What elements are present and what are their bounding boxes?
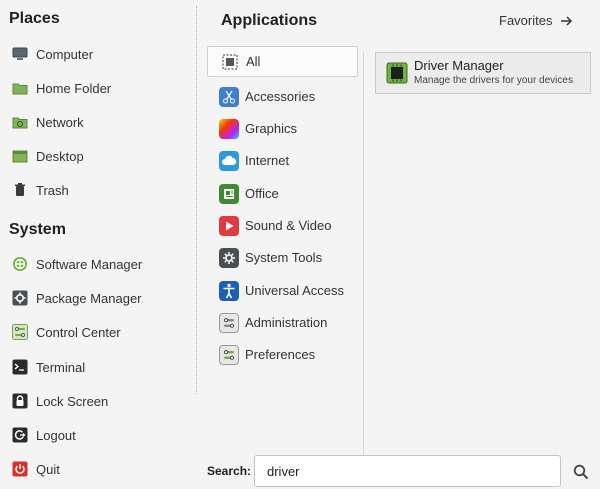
category-label: Accessories <box>245 89 316 104</box>
column-divider <box>363 52 364 454</box>
terminal-icon <box>12 359 28 375</box>
favorites-button[interactable]: Favorites <box>499 13 573 28</box>
category-all[interactable]: All <box>207 46 358 77</box>
control-center-icon <box>12 324 28 340</box>
computer-icon <box>12 46 28 62</box>
desktop-folder-icon <box>12 148 28 164</box>
system-title: System <box>9 221 66 238</box>
search-icon[interactable] <box>572 463 590 481</box>
system-label: Software Manager <box>36 256 143 272</box>
category-graphics[interactable]: Graphics <box>207 113 358 144</box>
system-label: Quit <box>36 461 60 477</box>
preferences-icon <box>219 344 239 365</box>
category-label: Preferences <box>245 347 316 362</box>
place-label: Computer <box>36 46 94 62</box>
system-item-terminal[interactable]: Terminal <box>12 354 190 380</box>
driver-chip-icon <box>386 62 408 84</box>
system-label: Lock Screen <box>36 393 109 409</box>
system-tools-icon <box>219 247 239 268</box>
category-label: Administration <box>245 315 328 330</box>
place-item-home-folder[interactable]: Home Folder <box>12 75 190 101</box>
network-folder-icon <box>12 114 28 130</box>
category-preferences[interactable]: Preferences <box>207 339 358 370</box>
graphics-icon <box>219 118 239 139</box>
search-input[interactable] <box>254 455 561 487</box>
category-sound-video[interactable]: Sound & Video <box>207 210 358 241</box>
lock-icon <box>12 393 28 409</box>
search-label: Search: <box>207 464 252 478</box>
folder-icon <box>12 80 28 96</box>
place-item-computer[interactable]: Computer <box>12 41 190 67</box>
category-label: Internet <box>245 153 290 168</box>
category-label: All <box>246 54 261 69</box>
category-universal-access[interactable]: Universal Access <box>207 275 358 306</box>
app-description: Manage the drivers for your devices <box>414 75 573 86</box>
category-administration[interactable]: Administration <box>207 307 358 338</box>
category-system-tools[interactable]: System Tools <box>207 242 358 273</box>
system-label: Control Center <box>36 324 121 340</box>
place-label: Network <box>36 114 84 130</box>
category-accessories[interactable]: Accessories <box>207 81 358 112</box>
logout-icon <box>12 427 28 443</box>
system-item-quit[interactable]: Quit <box>12 456 190 482</box>
category-label: Universal Access <box>245 283 344 298</box>
app-result-driver-manager[interactable]: Driver Manager Manage the drivers for yo… <box>375 52 591 94</box>
power-icon <box>12 461 28 477</box>
place-item-trash[interactable]: Trash <box>12 177 190 203</box>
system-label: Package Manager <box>36 290 142 306</box>
place-label: Trash <box>36 182 69 198</box>
all-grid-icon <box>220 52 240 72</box>
system-item-lock-screen[interactable]: Lock Screen <box>12 388 190 414</box>
office-icon <box>219 183 239 204</box>
category-label: Office <box>245 186 279 201</box>
applications-title: Applications <box>221 12 318 29</box>
trash-icon <box>12 182 28 198</box>
category-label: Sound & Video <box>245 218 332 233</box>
system-label: Terminal <box>36 359 86 375</box>
accessories-icon <box>219 86 239 107</box>
left-panel: Places Computer Home Folder Network Desk… <box>0 0 196 489</box>
app-name: Driver Manager <box>414 58 504 73</box>
system-item-control-center[interactable]: Control Center <box>12 319 190 345</box>
category-label: System Tools <box>245 250 323 265</box>
column-divider <box>196 6 197 394</box>
universal-access-icon <box>219 280 239 301</box>
system-label: Logout <box>36 427 76 443</box>
internet-cloud-icon <box>219 150 239 171</box>
category-office[interactable]: Office <box>207 178 358 209</box>
places-title: Places <box>9 10 60 27</box>
sound-video-icon <box>219 215 239 236</box>
system-item-logout[interactable]: Logout <box>12 422 190 448</box>
package-manager-icon <box>12 290 28 306</box>
place-label: Desktop <box>36 148 84 164</box>
category-internet[interactable]: Internet <box>207 145 358 176</box>
arrow-right-icon <box>560 15 573 27</box>
administration-icon <box>219 312 239 333</box>
software-manager-icon <box>12 256 28 272</box>
category-label: Graphics <box>245 121 298 136</box>
place-item-network[interactable]: Network <box>12 109 190 135</box>
system-item-package-manager[interactable]: Package Manager <box>12 285 190 311</box>
system-item-software-manager[interactable]: Software Manager <box>12 251 190 277</box>
place-item-desktop[interactable]: Desktop <box>12 143 190 169</box>
place-label: Home Folder <box>36 80 112 96</box>
favorites-label: Favorites <box>499 13 553 28</box>
